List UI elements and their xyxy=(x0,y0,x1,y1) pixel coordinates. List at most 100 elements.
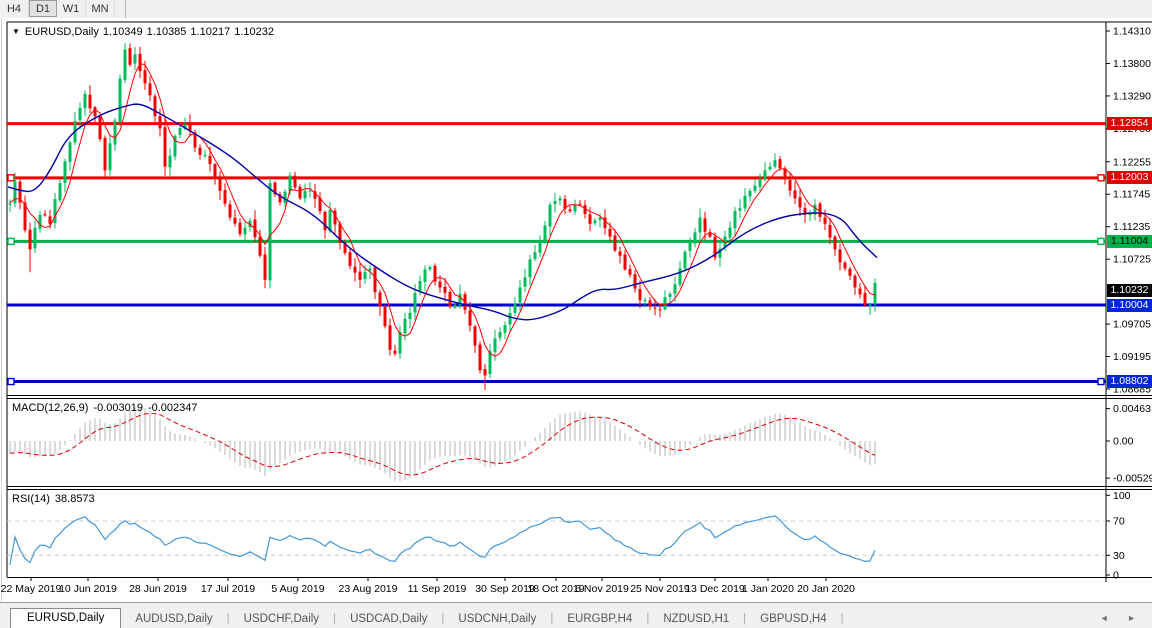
bear-candle xyxy=(828,225,832,238)
bear-candle xyxy=(143,70,147,84)
bear-candle xyxy=(608,228,612,237)
bull-candle xyxy=(573,204,577,212)
bear-candle xyxy=(448,291,452,307)
toolbar-divider xyxy=(125,0,126,18)
ohlc-open: 1.10349 xyxy=(102,26,143,38)
bear-candle xyxy=(788,180,792,191)
bear-candle xyxy=(378,292,382,307)
bear-candle xyxy=(353,266,357,273)
bull-candle xyxy=(543,225,547,243)
bull-candle xyxy=(873,283,877,305)
bull-candle xyxy=(283,191,287,203)
timeframe-button-mn[interactable]: MN xyxy=(86,0,115,17)
bear-candle xyxy=(628,268,632,275)
bear-candle xyxy=(228,204,232,218)
bear-candle xyxy=(103,137,107,171)
bull-candle xyxy=(688,242,692,251)
bull-candle xyxy=(513,303,517,313)
tab-separator: | xyxy=(840,613,844,625)
bear-candle xyxy=(588,214,592,224)
svg-text:1.09195: 1.09195 xyxy=(1113,351,1151,363)
bull-candle xyxy=(523,277,527,287)
bull-candle xyxy=(593,220,597,224)
bear-candle xyxy=(703,218,707,232)
bear-candle xyxy=(658,309,662,311)
bull-candle xyxy=(498,332,502,338)
timeframe-button-w1[interactable]: W1 xyxy=(57,0,86,17)
bull-candle xyxy=(38,214,42,229)
bear-candle xyxy=(393,350,397,354)
svg-text:13 Dec 2019: 13 Dec 2019 xyxy=(685,583,745,595)
bull-candle xyxy=(768,166,772,170)
tab-eurgbp-h4[interactable]: EURGBP,H4 xyxy=(553,610,646,628)
timeframe-button-d1[interactable]: D1 xyxy=(29,0,57,17)
bull-candle xyxy=(553,201,557,205)
svg-text:22 May 2019: 22 May 2019 xyxy=(1,583,62,595)
bear-candle xyxy=(848,268,852,276)
bear-candle xyxy=(778,159,782,169)
bull-candle xyxy=(308,190,312,192)
bull-candle xyxy=(683,251,687,269)
chart-dropdown-icon[interactable]: ▼ xyxy=(12,27,20,36)
macd-histogram xyxy=(9,407,876,482)
tab-scroll-arrows[interactable]: ◄ ► xyxy=(1100,613,1144,623)
price-level-badge: 1.08802 xyxy=(1107,375,1152,389)
svg-text:25 Nov 2019: 25 Nov 2019 xyxy=(630,583,690,595)
bear-candle xyxy=(853,275,857,288)
bear-candle xyxy=(298,186,302,199)
macd-axis: 0.00463 0.00 -0.005299 xyxy=(1106,403,1152,485)
level-lines xyxy=(7,122,1106,386)
bull-candle xyxy=(268,183,272,281)
bear-candle xyxy=(213,164,217,177)
bull-candle xyxy=(728,227,732,238)
svg-text:0.00: 0.00 xyxy=(1113,436,1134,448)
svg-text:5 Aug 2019: 5 Aug 2019 xyxy=(271,583,324,595)
bull-candle xyxy=(363,271,367,280)
bull-candle xyxy=(868,304,872,306)
bear-candle xyxy=(798,197,802,208)
svg-text:1.12255: 1.12255 xyxy=(1113,156,1151,168)
tab-gbpusd-h4[interactable]: GBPUSD,H4 xyxy=(746,610,840,628)
bear-candle xyxy=(158,115,162,129)
line-anchor-marker xyxy=(1097,377,1105,386)
svg-text:1.10725: 1.10725 xyxy=(1113,254,1151,266)
chart-symbol-label: EURUSD,Daily xyxy=(24,26,99,38)
bull-candle xyxy=(113,120,117,145)
bear-candle xyxy=(358,271,362,280)
rsi-axis: 100 70 30 0 xyxy=(1106,490,1131,582)
bear-candle xyxy=(483,369,487,376)
rsi-value: 38.8573 xyxy=(54,493,95,505)
rsi-line xyxy=(9,515,876,565)
bear-candle xyxy=(218,177,222,191)
bear-candle xyxy=(153,96,157,117)
tab-usdcnh-daily[interactable]: USDCNH,Daily xyxy=(444,610,550,628)
tab-usdchf-daily[interactable]: USDCHF,Daily xyxy=(230,610,333,628)
bull-candle xyxy=(698,217,702,233)
bull-candle xyxy=(413,293,417,313)
svg-text:1.13800: 1.13800 xyxy=(1113,58,1151,70)
bull-candle xyxy=(58,183,62,201)
svg-text:17 Jul 2019: 17 Jul 2019 xyxy=(201,583,255,595)
bear-candle xyxy=(88,94,92,109)
bull-candle xyxy=(663,297,667,310)
bear-candle xyxy=(293,175,297,188)
svg-text:-0.005299: -0.005299 xyxy=(1113,473,1152,485)
bull-candle xyxy=(518,287,522,303)
bull-candle xyxy=(773,160,777,167)
timeframe-button-h4[interactable]: H4 xyxy=(0,0,29,17)
bull-candle xyxy=(428,267,432,270)
bear-candle xyxy=(323,212,327,231)
svg-text:1.09705: 1.09705 xyxy=(1113,319,1151,331)
tab-nzdusd-h1[interactable]: NZDUSD,H1 xyxy=(649,610,743,628)
chart-window[interactable]: 1.143101.138001.132901.127801.122551.117… xyxy=(0,18,1152,602)
tab-usdcad-daily[interactable]: USDCAD,Daily xyxy=(336,610,441,628)
tab-eurusd-daily[interactable]: EURUSD,Daily xyxy=(10,608,122,628)
svg-text:1 Jan 2020: 1 Jan 2020 xyxy=(742,583,794,595)
bull-candle xyxy=(123,49,127,80)
bull-candle xyxy=(678,268,682,285)
bear-candle xyxy=(843,262,847,269)
candlesticks xyxy=(8,43,877,390)
tab-audusd-daily[interactable]: AUDUSD,Daily xyxy=(121,610,226,628)
bull-candle xyxy=(743,195,747,209)
price-chart-canvas[interactable]: 1.143101.138001.132901.127801.122551.117… xyxy=(0,18,1152,602)
